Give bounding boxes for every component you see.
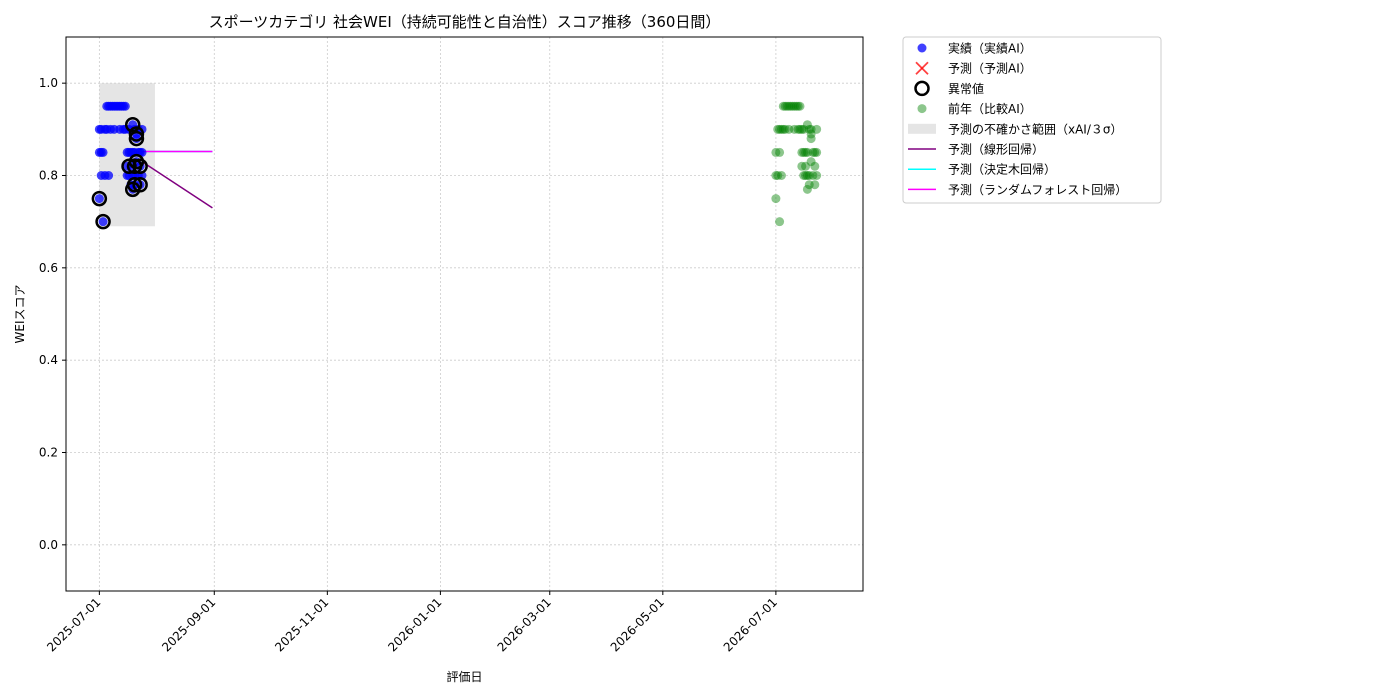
previous-year-point: [795, 101, 805, 111]
x-tick-label: 2025-11-01: [272, 595, 331, 654]
legend-entry-label: 実績（実績AI）: [948, 41, 1032, 56]
x-tick-label: 2025-09-01: [159, 595, 218, 654]
legend-box: [902, 36, 1162, 204]
y-tick-label: 0.4: [39, 353, 58, 367]
legend: 実績（実績AI） 予測（予測AI） 異常値前年（比較AI） 予測の不確かさ範囲（xAI…: [902, 36, 1162, 204]
actual-point: [98, 217, 108, 227]
x-tick-label: 2026-03-01: [495, 595, 554, 654]
previous-year-point: [806, 134, 816, 144]
grid-layer: [66, 37, 863, 591]
previous-year-point: [775, 147, 785, 157]
legend-entry-label: 前年（比較AI）: [948, 101, 1032, 116]
plot-frame: [65, 36, 864, 592]
y-tick-label: 0.8: [39, 169, 58, 183]
legend-swatch-previous-year: [917, 104, 927, 114]
previous-year-point: [812, 171, 822, 180]
previous-year-point: [771, 194, 781, 204]
previous-year-point: [812, 124, 822, 134]
y-tick-label: 1.0: [39, 76, 58, 90]
x-tick-label: 2026-07-01: [721, 595, 780, 654]
chart-title: スポーツカテゴリ 社会WEI（持続可能性と自治性）スコア推移（360日間）: [209, 13, 721, 31]
x-tick-label: 2025-07-01: [44, 595, 103, 654]
x-tick-label: 2026-01-01: [385, 595, 444, 654]
y-tick-layer: 0.0 0.2 0.4 0.6 0.8 1.0: [39, 76, 66, 552]
y-axis-label: WEIスコア: [13, 285, 27, 344]
previous-year-point: [810, 180, 820, 190]
x-axis-label: 評価日: [446, 669, 482, 684]
legend-entry-label: 異常値: [948, 81, 984, 96]
y-tick-label: 0.6: [39, 261, 58, 275]
previous-year-point: [775, 217, 785, 227]
previous-year-point: [776, 171, 786, 180]
x-tick-layer: 2025-07-01 2025-09-01 2025-11-01 2026-01-01…: [44, 591, 780, 654]
legend-swatch-band: [908, 123, 936, 134]
legend-entry-label: 予測（線形回帰）: [948, 142, 1044, 157]
previous-year-point: [812, 147, 822, 157]
legend-entry-label: 予測の不確かさ範囲（xAI/３σ）: [948, 121, 1123, 136]
legend-swatch-actual: [917, 43, 927, 53]
y-tick-label: 0.0: [39, 538, 58, 552]
scatter-layer: [91, 101, 822, 230]
y-tick-label: 0.2: [39, 446, 58, 460]
legend-entry-label: 予測（決定木回帰）: [948, 162, 1056, 177]
actual-point: [120, 101, 130, 111]
x-tick-label: 2026-05-01: [608, 595, 667, 654]
chart-canvas: 2025-07-01 2025-09-01 2025-11-01 2026-01-01…: [13, 13, 1162, 684]
actual-point: [104, 171, 114, 180]
legend-entry-label: 予測（ランダムフォレスト回帰）: [948, 182, 1127, 197]
actual-point: [98, 147, 108, 157]
legend-entry-label: 予測（予測AI）: [948, 62, 1032, 76]
actual-point: [94, 194, 104, 204]
previous-year-point: [810, 161, 820, 171]
